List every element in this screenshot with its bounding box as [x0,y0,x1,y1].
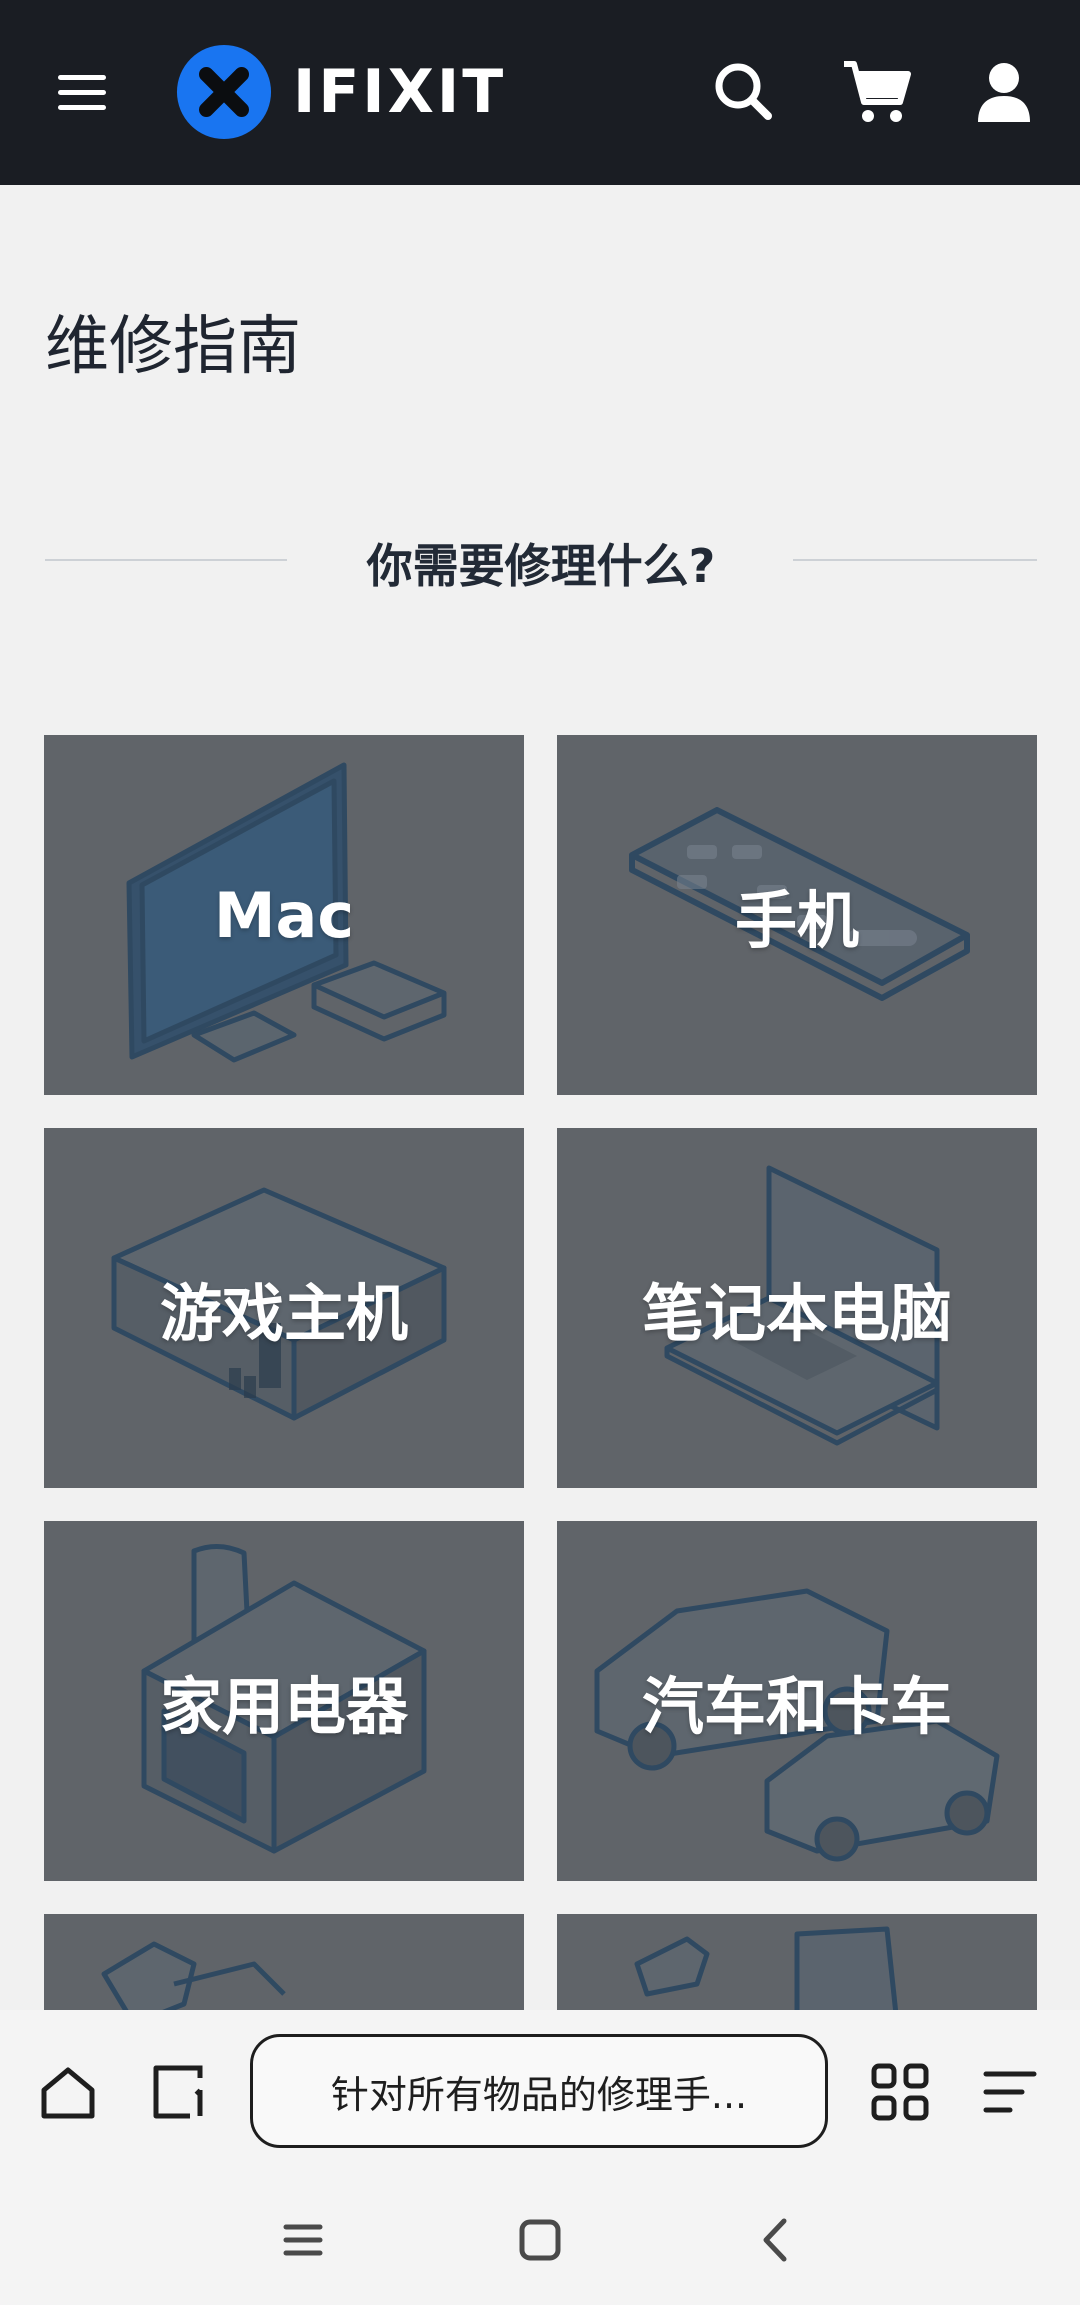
tabs-icon[interactable] [146,2060,210,2124]
page-title: 维修指南 [45,310,301,384]
page-root: IFIXIT 维修指南 你需要修理什么? Mac 手机 游戏主机 笔记本电脑 家… [0,0,1080,2305]
category-label: 笔记本电脑 [641,1277,952,1350]
search-icon[interactable] [708,56,780,128]
divider-right [793,559,1037,561]
category-appliances[interactable]: 家用电器 [44,1521,524,1881]
system-nav-bar [0,2175,1080,2305]
category-label: Mac [213,878,355,952]
recent-apps-icon[interactable] [268,2205,338,2275]
section-heading: 你需要修理什么? [45,530,1037,593]
category-camera[interactable] [557,1914,1037,2014]
category-cars-trucks[interactable]: 汽车和卡车 [557,1521,1037,1881]
category-game-console[interactable]: 游戏主机 [44,1128,524,1488]
category-label: 家用电器 [159,1670,408,1743]
section-heading-label: 你需要修理什么? [366,539,716,593]
browser-toolbar: 针对所有物品的修理手... [0,2010,1080,2175]
tools-icon [101,1941,286,2014]
ifixit-logo-mark-icon [176,44,272,140]
apps-icon[interactable] [868,2060,932,2124]
user-icon[interactable] [968,56,1040,128]
category-phone[interactable]: 手机 [557,735,1037,1095]
category-laptop[interactable]: 笔记本电脑 [557,1128,1037,1488]
cart-icon[interactable] [840,56,912,128]
top-header: IFIXIT [0,0,1080,185]
category-tools[interactable] [44,1914,524,2014]
category-label: 手机 [734,884,859,957]
home-icon[interactable] [36,2060,100,2124]
camera-icon [634,1926,899,2014]
category-mac[interactable]: Mac [44,735,524,1095]
back-chevron-icon[interactable] [740,2205,810,2275]
url-bar[interactable]: 针对所有物品的修理手... [250,2034,828,2148]
ifixit-logo[interactable]: IFIXIT [175,42,506,142]
home-square-icon[interactable] [505,2205,575,2275]
menu-lines-icon[interactable] [978,2060,1042,2124]
menu-icon[interactable] [52,64,112,120]
category-label: 游戏主机 [159,1277,408,1350]
brand-name: IFIXIT [293,57,507,127]
category-label: 汽车和卡车 [641,1670,952,1743]
